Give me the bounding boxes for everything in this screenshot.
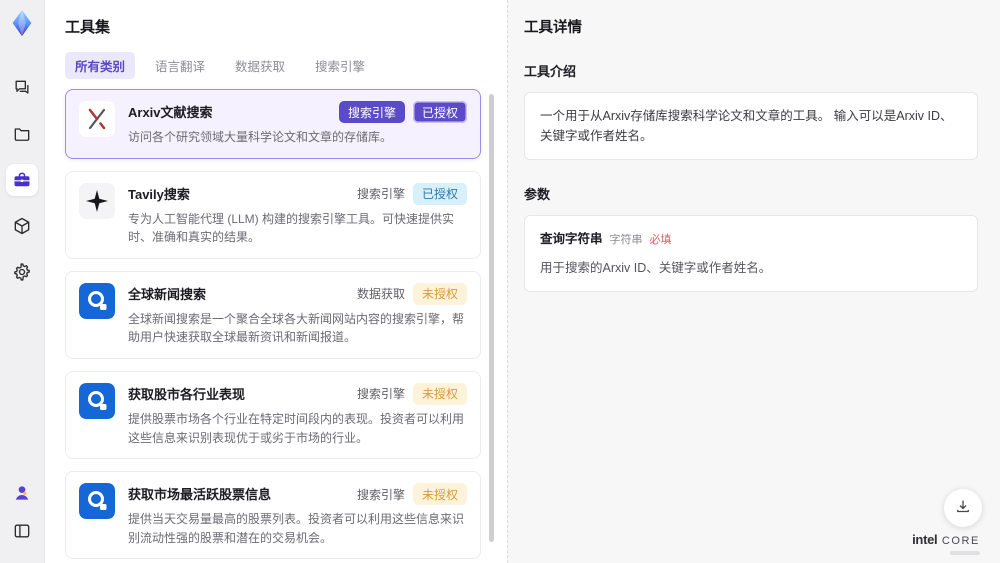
- param-description: 用于搜索的Arxiv ID、关键字或作者姓名。: [540, 260, 772, 275]
- intro-text: 一个用于从Arxiv存储库搜索科学论文和文章的工具。 输入可以是Arxiv ID…: [540, 109, 953, 143]
- nav-cube-icon[interactable]: [6, 210, 38, 242]
- tool-name: 获取股市各行业表现: [128, 386, 246, 402]
- tool-card[interactable]: 获取市场最活跃股票信息 搜索引擎 未授权 提供当天交易量最高的股票列表。投资者可…: [65, 471, 481, 560]
- tool-category-badge: 搜索引擎: [356, 487, 405, 502]
- arxiv-icon: [79, 101, 115, 137]
- app-logo-crystal-icon: [7, 8, 37, 38]
- tab-all-categories[interactable]: 所有类别: [65, 52, 136, 79]
- param-name: 查询字符串: [540, 232, 603, 246]
- tool-list: Arxiv文献搜索 搜索引擎 已授权 访问各个研究领域大量科学论文和文章的存储库…: [65, 89, 481, 563]
- brand-core-text: CORE: [941, 535, 980, 548]
- param-required-badge: 必填: [649, 234, 672, 246]
- tool-description: 提供股票市场各个行业在特定时间段内的表现。投资者可以利用这些信息来识别表现优于或…: [128, 411, 465, 445]
- intro-box: 一个用于从Arxiv存储库搜索科学论文和文章的工具。 输入可以是Arxiv ID…: [524, 92, 978, 160]
- tool-name: 获取市场最活跃股票信息: [128, 487, 272, 503]
- tool-name: 全球新闻搜索: [128, 286, 207, 302]
- qsearch-icon: [79, 382, 115, 419]
- tool-auth-badge: 未授权: [412, 282, 467, 305]
- tool-auth-badge: 已授权: [412, 101, 467, 123]
- category-tabs: 所有类别 语言翻译 数据获取 搜索引擎: [65, 52, 481, 79]
- tool-auth-badge: 未授权: [412, 483, 467, 506]
- nav-settings-gear-icon[interactable]: [6, 256, 38, 288]
- download-icon: [954, 498, 972, 519]
- tool-description: 专为人工智能代理 (LLM) 构建的搜索引擎工具。可快速提供实时、准确和真实的结…: [128, 211, 455, 245]
- tool-category-badge: 搜索引擎: [356, 387, 405, 402]
- tool-detail-pane: 工具详情 工具介绍 一个用于从Arxiv存储库搜索科学论文和文章的工具。 输入可…: [507, 0, 1000, 563]
- tool-card[interactable]: Arxiv文献搜索 搜索引擎 已授权 访问各个研究领域大量科学论文和文章的存储库…: [65, 89, 481, 159]
- download-button[interactable]: [944, 489, 982, 527]
- tool-description: 全球新闻搜索是一个聚合全球各大新闻网站内容的搜索引擎，帮助用户快速获取全球最新资…: [128, 311, 465, 345]
- nav-chat-icon[interactable]: [6, 72, 38, 104]
- tool-name: Arxiv文献搜索: [128, 105, 213, 120]
- app-window: 工具集 所有类别 语言翻译 数据获取 搜索引擎 Arxiv文献搜索 搜索引擎 已…: [0, 0, 1000, 563]
- tool-category-badge: 搜索引擎: [338, 101, 405, 123]
- brand-intel-text: intel: [912, 532, 938, 548]
- tool-card[interactable]: 获取股市各行业表现 搜索引擎 未授权 提供股票市场各个行业在特定时间段内的表现。…: [65, 370, 481, 460]
- left-icon-rail: [0, 0, 45, 563]
- toolset-pane: 工具集 所有类别 语言翻译 数据获取 搜索引擎 Arxiv文献搜索 搜索引擎 已…: [45, 0, 507, 563]
- intel-core-logo: intel CORE: [912, 531, 980, 555]
- list-scrollbar[interactable]: [489, 94, 494, 542]
- tab-data-fetch[interactable]: 数据获取: [225, 52, 295, 79]
- tool-auth-badge: 未授权: [412, 382, 467, 405]
- brand-subline: [950, 551, 980, 555]
- tool-description: 提供当天交易量最高的股票列表。投资者可以利用这些信息来识别流动性强的股票和潜在的…: [128, 512, 465, 545]
- user-avatar-icon[interactable]: [6, 477, 38, 509]
- tool-description: 访问各个研究领域大量科学论文和文章的存储库。: [128, 130, 393, 144]
- tool-auth-badge: 已授权: [412, 182, 467, 205]
- params-heading: 参数: [524, 187, 551, 202]
- page-title: 工具集: [65, 19, 111, 36]
- nav-folder-icon[interactable]: [6, 118, 38, 150]
- param-type: 字符串: [609, 234, 643, 246]
- tool-name: Tavily搜索: [128, 186, 190, 202]
- nav-toolbox-icon[interactable]: [6, 164, 38, 196]
- intro-heading: 工具介绍: [524, 64, 577, 79]
- tab-language-translation[interactable]: 语言翻译: [145, 52, 215, 79]
- tab-search-engine[interactable]: 搜索引擎: [305, 52, 375, 79]
- panel-toggle-icon[interactable]: [6, 515, 38, 547]
- tool-card[interactable]: 全球新闻搜索 数据获取 未授权 全球新闻搜索是一个聚合全球各大新闻网站内容的搜索…: [65, 270, 481, 359]
- tavily-icon: [79, 182, 115, 219]
- qsearch-icon: [79, 282, 115, 319]
- param-box: 查询字符串 字符串 必填 用于搜索的Arxiv ID、关键字或作者姓名。: [524, 215, 978, 292]
- detail-title: 工具详情: [524, 20, 582, 36]
- tool-category-badge: 数据获取: [356, 287, 405, 302]
- tool-card[interactable]: Tavily搜索 搜索引擎 已授权 专为人工智能代理 (LLM) 构建的搜索引擎…: [65, 170, 481, 259]
- qsearch-icon: [79, 483, 115, 520]
- tool-category-badge: 搜索引擎: [356, 187, 405, 202]
